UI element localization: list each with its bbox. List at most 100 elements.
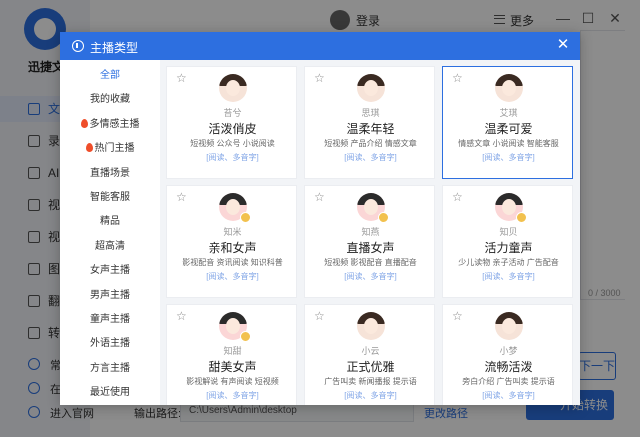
- voice-card[interactable]: ☆ 小云正式优雅广告叫卖 新闻播报 提示语 [阅读、多音字]: [304, 304, 435, 405]
- voice-grid: ☆ 苔兮 活泼俏皮 短视频 公众号 小说阅读 [阅读、多音字] ☆ 思琪 温柔年轻 短视频 产品…: [160, 60, 580, 405]
- voice-tags: 短视频 公众号 小说阅读: [190, 139, 275, 148]
- voice-style: 亲和女声: [208, 241, 257, 255]
- voice-nickname: 知米: [223, 227, 242, 237]
- voice-features: [阅读、多音字]: [482, 272, 535, 281]
- voice-style: 活泼俏皮: [208, 122, 257, 136]
- voice-card[interactable]: ☆ 思琪 温柔年轻 短视频 产品介绍 情感文章 [阅读、多音字]: [304, 66, 435, 179]
- category-label: 男声主播: [90, 289, 130, 301]
- category-label: 精品: [100, 216, 120, 228]
- favorite-star-icon[interactable]: ☆: [452, 191, 463, 203]
- voice-nickname: 思琪: [361, 108, 380, 118]
- category-item[interactable]: 直播场景: [60, 162, 160, 186]
- voice-style: 正式优雅: [346, 360, 395, 374]
- avatar-face: [364, 199, 378, 215]
- category-item[interactable]: 智能客服: [60, 186, 160, 210]
- voice-avatar: [495, 74, 523, 102]
- favorite-star-icon[interactable]: ☆: [314, 310, 325, 322]
- favorite-star-icon[interactable]: ☆: [176, 310, 187, 322]
- avatar-face: [364, 318, 378, 334]
- category-list: 全部我的收藏多情感主播热门主播直播场景智能客服精品超高清女声主播男声主播童声主播…: [60, 60, 160, 405]
- category-item[interactable]: 外语主播: [60, 332, 160, 356]
- category-label: 全部: [100, 70, 120, 81]
- voice-tags: 广告叫卖 新闻播报 提示语: [324, 377, 417, 386]
- voice-tags: 影视解说 有声阅读 短视频: [186, 377, 279, 386]
- voice-style: 温柔年轻: [346, 122, 395, 136]
- music-icon: [72, 40, 84, 52]
- avatar-face: [226, 80, 240, 96]
- vip-badge-icon: [240, 212, 251, 223]
- voice-tags: 少儿读物 亲子活动 广告配音: [458, 258, 559, 267]
- category-item[interactable]: 我的收藏: [60, 88, 160, 112]
- category-label: 我的收藏: [90, 94, 130, 106]
- category-item[interactable]: 多情感主播: [60, 113, 160, 137]
- category-item[interactable]: 男声主播: [60, 284, 160, 308]
- category-label: 多情感主播: [89, 118, 140, 130]
- voice-features: [阅读、多音字]: [206, 272, 259, 281]
- voice-nickname: 小云: [361, 346, 380, 356]
- voice-nickname: 小梦: [499, 346, 518, 356]
- voice-features: [阅读、多音字]: [344, 153, 397, 162]
- voice-nickname: 苔兮: [223, 108, 242, 118]
- voice-tags: 情感文章 小说阅读 智能客服: [458, 139, 559, 148]
- category-item[interactable]: 精品: [60, 210, 160, 234]
- dialog-close-button[interactable]: ✕: [554, 36, 572, 54]
- voice-tags: 影视配音 资讯阅读 知识科普: [182, 258, 283, 267]
- voice-tags: 短视频 影视配音 直播配音: [324, 258, 417, 267]
- favorite-star-icon[interactable]: ☆: [452, 72, 463, 84]
- favorite-star-icon[interactable]: ☆: [452, 310, 463, 322]
- category-item[interactable]: 女声主播: [60, 259, 160, 283]
- category-label: 方言主播: [90, 362, 130, 374]
- vip-badge-icon: [516, 212, 527, 223]
- category-label: 超高清: [95, 240, 125, 252]
- fire-icon: [80, 118, 88, 128]
- category-label: 女声主播: [90, 265, 130, 277]
- voice-features: [阅读、多音字]: [206, 391, 259, 400]
- category-item[interactable]: 热门主播: [60, 137, 160, 161]
- favorite-star-icon[interactable]: ☆: [314, 191, 325, 203]
- voice-card[interactable]: ☆ 知甜 甜美女声 影视解说 有声阅读 短视频 [阅读、多音字]: [166, 304, 297, 405]
- voice-card[interactable]: ☆ 小梦 流畅活泼 旁白介绍 广告叫卖 提示语 [阅读、多音字]: [442, 304, 573, 405]
- voice-avatar: [357, 74, 385, 102]
- voice-style: 温柔可爱: [484, 122, 533, 136]
- voice-tags: 旁白介绍 广告叫卖 提示语: [462, 377, 555, 386]
- avatar-face: [226, 318, 240, 334]
- voice-avatar: [495, 312, 523, 340]
- voice-features: [阅读、多音字]: [344, 391, 397, 400]
- voice-features: [阅读、多音字]: [344, 272, 397, 281]
- avatar-face: [502, 318, 516, 334]
- vip-badge-icon: [240, 331, 251, 342]
- voice-nickname: 艾琪: [499, 108, 518, 118]
- anchor-type-dialog: 主播类型 ✕ 全部 我的收藏 多情感主播 热门主播 直播场景 智能客服 精品 超高清 女声主播男…: [60, 32, 580, 405]
- voice-avatar: [357, 312, 385, 340]
- favorite-star-icon[interactable]: ☆: [176, 72, 187, 84]
- fire-icon: [85, 143, 93, 153]
- category-item[interactable]: 方言主播: [60, 357, 160, 381]
- favorite-star-icon[interactable]: ☆: [176, 191, 187, 203]
- category-label: 热门主播: [94, 143, 135, 155]
- favorite-star-icon[interactable]: ☆: [314, 72, 325, 84]
- category-item[interactable]: 童声主播: [60, 308, 160, 332]
- voice-card[interactable]: ☆ 知贝 活力童声 少儿读物 亲子活动 广告配音 [阅读、多音字]: [442, 185, 573, 298]
- voice-features: [阅读、多音字]: [482, 153, 535, 162]
- voice-nickname: 知甜: [223, 346, 242, 356]
- vip-badge-icon: [378, 212, 389, 223]
- voice-style: 直播女声: [346, 241, 395, 255]
- avatar-face: [364, 80, 378, 96]
- avatar-face: [226, 199, 240, 215]
- voice-nickname: 知燕: [361, 227, 380, 237]
- voice-style: 活力童声: [484, 241, 533, 255]
- category-label: 直播场景: [90, 167, 130, 179]
- voice-card[interactable]: ☆ 艾琪温柔可爱情感文章 小说阅读 智能客服 [阅读、多音字]: [442, 66, 573, 179]
- category-label: 智能客服: [90, 192, 130, 203]
- avatar-face: [502, 80, 516, 96]
- avatar-face: [502, 199, 516, 215]
- category-item[interactable]: 最近使用: [60, 381, 160, 405]
- voice-card[interactable]: ☆ 知燕直播女声短视频 影视配音 直播配音 [阅读、多音字]: [304, 185, 435, 298]
- voice-avatar: [219, 74, 247, 102]
- voice-features: [阅读、多音字]: [206, 153, 259, 162]
- voice-card[interactable]: ☆ 知米亲和女声影视配音 资讯阅读 知识科普 [阅读、多音字]: [166, 185, 297, 298]
- voice-features: [阅读、多音字]: [482, 391, 535, 400]
- voice-card[interactable]: ☆ 苔兮活泼俏皮短视频 公众号 小说阅读 [阅读、多音字]: [166, 66, 297, 179]
- category-item[interactable]: 全部: [60, 64, 160, 88]
- category-item[interactable]: 超高清: [60, 235, 160, 259]
